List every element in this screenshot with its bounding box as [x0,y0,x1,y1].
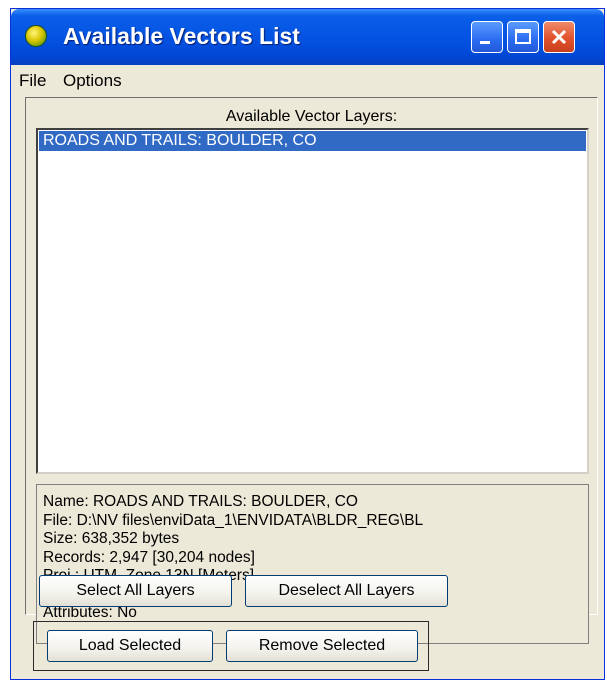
layers-panel: Available Vector Layers: ROADS AND TRAIL… [25,97,598,644]
minimize-icon [480,41,490,44]
deselect-all-layers-button[interactable]: Deselect All Layers [245,575,448,607]
layers-listbox[interactable]: ROADS AND TRAILS: BOULDER, CO [36,128,589,474]
minimize-button[interactable] [471,21,503,53]
globe-icon [25,25,47,47]
menu-file[interactable]: File [19,71,46,91]
available-vectors-window: Available Vectors List File Options Avai… [10,8,605,680]
menu-options[interactable]: Options [63,71,122,91]
menu-bar: File Options [11,65,604,95]
layer-info-box: Name: ROADS AND TRAILS: BOULDER, CO File… [36,484,589,644]
list-item[interactable]: ROADS AND TRAILS: BOULDER, CO [39,131,586,151]
info-file: File: D:\NV files\enviData_1\ENVIDATA\BL… [43,511,424,529]
maximize-icon [515,29,531,44]
close-button[interactable] [543,21,575,53]
title-bar[interactable]: Available Vectors List [11,9,604,65]
select-all-layers-button[interactable]: Select All Layers [39,575,232,607]
info-name: Name: ROADS AND TRAILS: BOULDER, CO [43,493,358,510]
load-selected-button[interactable]: Load Selected [47,630,213,662]
layers-list-header: Available Vector Layers: [225,108,398,125]
close-icon [551,29,567,45]
remove-selected-button[interactable]: Remove Selected [226,630,418,662]
window-title: Available Vectors List [63,23,300,49]
maximize-button[interactable] [507,21,539,53]
info-records: Records: 2,947 [30,204 nodes] [43,548,255,566]
info-size: Size: 638,352 bytes [43,530,180,547]
